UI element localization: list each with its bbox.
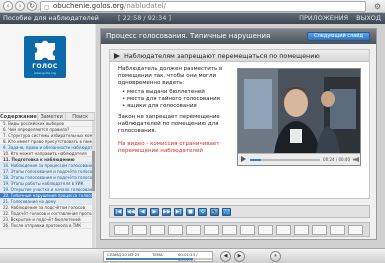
forward-arrow-icon[interactable]: › [15,1,25,11]
url-path: /nabludatel/ [123,2,166,10]
slide-thumbnail[interactable] [186,225,201,235]
play-icon[interactable] [241,156,246,162]
slide-counter: СЛАЙД 20 ИЗ 23 [107,252,140,257]
volume-icon[interactable]: 🔊 [210,208,219,216]
playback-controls: |◀ ◀◀ ◀ ▶ ▶▶ ▶| ■ ⟲ 🔊 ⛶ [109,205,370,218]
slide-thumbnail[interactable] [312,225,327,235]
course-progress[interactable] [106,258,212,260]
toc-scrollbar[interactable] [92,121,95,248]
next-slide-button[interactable]: Следующий слайд [307,32,370,41]
slide-title-text: Наблюдателям запрещают перемещаться по п… [124,52,320,60]
fullscreen-icon[interactable]: ⛶ [222,208,231,216]
section-label: ТЕМА [152,252,163,257]
replay-icon[interactable]: ⟲ [198,208,207,216]
golos-logo: ГОЛОС www.golos.org [24,36,66,78]
slide-header-title: Процесс голосования. Типичные нарушения [106,32,271,40]
address-bar[interactable]: ▢ obuchenie.golos.org/nabludatel/ [40,1,366,12]
slide-thumbnail[interactable] [294,225,309,235]
prev-icon[interactable]: ◀ [220,251,231,262]
tab-notes[interactable]: Заметки [38,113,67,120]
video-controls: 00:24 / 00:40 [238,153,360,165]
wrench-icon[interactable]: ⚙ [374,2,381,11]
toc-item[interactable]: 26. После отправки протокола в ТИК [0,223,95,229]
slide-thumbnail[interactable] [258,225,273,235]
play-icon[interactable]: ▶ [234,251,245,262]
tab-search[interactable]: Поиск [66,113,95,120]
rewind-icon[interactable]: ◀◀ [126,208,135,216]
stop-icon[interactable]: ■ [186,208,195,216]
play-icon[interactable]: ▶ [150,208,159,216]
bullet-item: места выдачи бюллетеней [122,89,230,96]
slide: Процесс голосования. Типичные нарушения … [100,28,377,240]
elapsed-time: [ 22:58 / 92:34 ] [118,14,171,22]
slide-thumbnails [109,222,370,237]
logo-area: ГОЛОС www.golos.org [0,24,95,112]
slide-thumbnail[interactable] [150,225,165,235]
video-seekbar[interactable] [250,159,320,161]
video-time: 00:24 / 00:40 [323,157,350,162]
slide-content: Наблюдателям запрещают перемещаться по п… [109,49,370,199]
logo-text: ГОЛОС [32,63,58,70]
browser-toolbar: ‹ › ↻ ▢ obuchenie.golos.org/nabludatel/ … [0,0,385,13]
bullet-item: места для тайного голосования [122,96,230,103]
menu-exit[interactable]: ВЫХОД [356,13,381,24]
slide-thumbnail[interactable] [276,225,291,235]
puzzle-icon [35,40,55,60]
rule-text: Закон не запрещает перемещение наблюдате… [118,114,220,134]
slide-thumbnail[interactable] [348,225,363,235]
url-host: obuchenie.golos.org [53,2,124,10]
main-area: Процесс голосования. Типичные нарушения … [96,24,385,248]
player-bar-left [3,251,91,261]
video-player[interactable]: 00:24 / 00:40 [237,68,361,166]
sidebar: ГОЛОС www.golos.org Содержание Заметки П… [0,24,95,248]
logo-url: www.golos.org [34,71,56,75]
intro-text: Наблюдатель должен разместить в помещени… [118,66,223,86]
slide-thumbnail[interactable] [204,225,219,235]
pause-icon[interactable]: ⏸ [270,251,281,262]
sidebar-tabs: Содержание Заметки Поиск [0,112,95,121]
slide-thumbnail[interactable] [330,225,345,235]
slide-header: Процесс голосования. Типичные нарушения … [101,29,376,44]
slide-text: Наблюдатель должен разместить в помещени… [118,66,230,157]
slide-title: Наблюдателям запрещают перемещаться по п… [110,50,369,62]
bullet-item: ящики для голосования [122,103,230,110]
timer-text: 00:01:13 / 00:01:25 [178,252,198,262]
slide-thumbnail[interactable] [132,225,147,235]
bullet-list: места выдачи бюллетеней места для тайног… [118,89,230,110]
first-slide-icon[interactable]: |◀ [114,208,123,216]
app-menu: ПРИЛОЖЕНИЯ ВЫХОД [299,13,381,24]
page-icon: ▢ [44,4,50,11]
prev-icon[interactable]: ◀ [138,208,147,216]
slide-thumbnail[interactable] [114,225,129,235]
slide-thumbnail[interactable] [240,225,255,235]
player-bar: СЛАЙД 20 ИЗ 23 ТЕМА 00:01:13 / 00:01:25 … [0,248,385,263]
last-slide-icon[interactable]: ▶| [174,208,183,216]
warning-text: На видео - комиссия ограничивает перемещ… [118,141,220,154]
back-arrow-icon[interactable]: ‹ [3,1,13,11]
app-title: Пособие для наблюдателей [3,14,99,22]
arrow-right-icon [114,53,120,59]
app-header: Пособие для наблюдателей [ 22:58 / 92:34… [0,13,385,24]
table-of-contents: 5. Виды российских выборов 6. Чем определ… [0,121,95,248]
fast-forward-icon[interactable]: ▶▶ [162,208,171,216]
video-still [238,69,360,155]
menu-attachments[interactable]: ПРИЛОЖЕНИЯ [299,13,348,24]
progress-panel: СЛАЙД 20 ИЗ 23 ТЕМА 00:01:13 / 00:01:25 [103,251,213,262]
volume-icon[interactable] [353,157,359,162]
slide-thumbnail[interactable] [168,225,183,235]
slide-thumbnail[interactable] [222,225,237,235]
video-frame[interactable] [238,69,360,155]
tab-contents[interactable]: Содержание [0,113,38,120]
reload-icon[interactable]: ↻ [27,1,37,11]
